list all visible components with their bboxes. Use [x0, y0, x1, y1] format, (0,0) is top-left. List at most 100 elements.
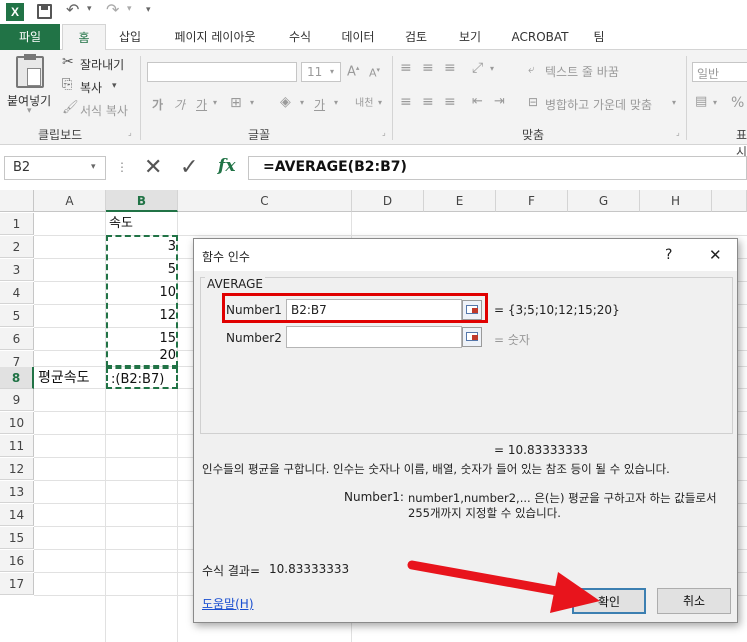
copy-button[interactable]: 복사 [80, 79, 102, 96]
cancel-button[interactable]: 취소 [657, 588, 731, 614]
merge-dropdown-icon[interactable]: ▾ [672, 98, 676, 107]
column-header-a[interactable]: A [34, 190, 106, 212]
align-right-icon[interactable]: ≡ [444, 94, 456, 110]
alignment-launcher-icon[interactable]: ⌟ [676, 128, 680, 137]
orientation-icon[interactable]: ⤢ [472, 60, 483, 76]
accounting-format-icon[interactable]: ▤ [695, 94, 707, 109]
tab-file[interactable]: 파일 [0, 24, 60, 50]
row-header[interactable]: 6 [0, 328, 34, 350]
column-header-c[interactable]: C [178, 190, 352, 212]
row-header[interactable]: 11 [0, 435, 34, 457]
font-size-combo[interactable]: 11 ▾ [301, 62, 341, 82]
arg2-input[interactable] [286, 326, 462, 348]
dialog-titlebar[interactable]: 함수 인수 ? ✕ [194, 239, 737, 271]
tab-insert[interactable]: 삽입 [108, 24, 152, 50]
cut-button[interactable]: 잘라내기 [80, 56, 124, 73]
format-painter-icon[interactable]: 🖌 [62, 100, 79, 115]
column-header-h[interactable]: H [640, 190, 712, 212]
column-header-f[interactable]: F [496, 190, 568, 212]
dialog-help-button[interactable]: ? [665, 247, 672, 263]
underline-button[interactable]: 가 [196, 96, 207, 113]
decrease-indent-icon[interactable]: ⇤ [472, 94, 483, 109]
accounting-dropdown-icon[interactable]: ▾ [713, 98, 717, 107]
column-header-b[interactable]: B [106, 190, 178, 212]
formula-input[interactable]: =AVERAGE(B2:B7) [248, 156, 747, 180]
wrap-text-icon[interactable]: ⤶ [528, 62, 535, 77]
merge-center-icon[interactable]: ⊟ [528, 95, 538, 109]
paste-icon[interactable] [16, 54, 44, 88]
tab-view[interactable]: 보기 [448, 24, 492, 50]
increase-indent-icon[interactable]: ⇥ [494, 94, 505, 109]
font-color-dropdown-icon[interactable]: ▾ [334, 98, 338, 107]
fill-color-dropdown-icon[interactable]: ▾ [300, 98, 304, 107]
tab-review[interactable]: 검토 [394, 24, 438, 50]
format-painter-button[interactable]: 서식 복사 [80, 102, 128, 119]
name-box-dropdown-icon[interactable]: ▾ [91, 162, 96, 172]
help-link[interactable]: 도움말(H) [202, 595, 254, 612]
align-bottom-icon[interactable]: ≡ [444, 60, 456, 76]
tab-page-layout[interactable]: 페이지 레이아웃 [160, 24, 270, 50]
italic-button[interactable]: 가 [174, 96, 185, 113]
row-header[interactable]: 5 [0, 305, 34, 327]
cell-b1[interactable]: 속도 [109, 213, 133, 235]
row-header[interactable]: 4 [0, 282, 34, 304]
copy-icon[interactable]: ⎘ [62, 77, 72, 92]
align-center-icon[interactable]: ≡ [422, 94, 434, 110]
wrap-text-button[interactable]: 텍스트 줄 바꿈 [545, 63, 619, 80]
row-header[interactable]: 14 [0, 504, 34, 526]
tab-home[interactable]: 홈 [62, 24, 106, 51]
enter-formula-icon[interactable]: ✓ [180, 155, 198, 181]
save-icon[interactable] [37, 4, 52, 19]
number-format-combo[interactable]: 일반 [692, 62, 747, 82]
tab-team[interactable]: 팀 [584, 24, 614, 50]
customize-qat-icon[interactable]: ▾ [146, 5, 151, 15]
cell-a8[interactable]: 평균속도 [38, 367, 90, 389]
row-header[interactable]: 15 [0, 527, 34, 549]
borders-dropdown-icon[interactable]: ▾ [250, 98, 254, 107]
name-box[interactable]: B2 ▾ [4, 156, 106, 180]
font-name-combo[interactable] [147, 62, 297, 82]
undo-dropdown-icon[interactable]: ▾ [87, 4, 92, 14]
align-top-icon[interactable]: ≡ [400, 60, 412, 76]
select-all-corner[interactable] [0, 190, 34, 212]
cancel-formula-icon[interactable]: ✕ [144, 155, 162, 181]
clipboard-launcher-icon[interactable]: ⌟ [128, 128, 132, 137]
row-header[interactable]: 12 [0, 458, 34, 480]
align-left-icon[interactable]: ≡ [400, 94, 412, 110]
row-header[interactable]: 10 [0, 412, 34, 434]
column-header-i[interactable] [712, 190, 747, 212]
bold-button[interactable]: 가 [152, 96, 163, 113]
font-launcher-icon[interactable]: ⌟ [382, 128, 386, 137]
row-header[interactable]: 2 [0, 236, 34, 258]
column-header-e[interactable]: E [424, 190, 496, 212]
row-header[interactable]: 9 [0, 389, 34, 411]
cut-icon[interactable]: ✂ [62, 54, 74, 70]
tab-acrobat[interactable]: ACROBAT [502, 24, 578, 50]
row-header-active[interactable]: 8 [0, 367, 34, 389]
row-header[interactable]: 13 [0, 481, 34, 503]
orientation-dropdown-icon[interactable]: ▾ [490, 64, 494, 73]
phonetic-button[interactable]: 내천 [355, 94, 373, 109]
tab-formulas[interactable]: 수식 [278, 24, 322, 50]
column-header-g[interactable]: G [568, 190, 640, 212]
row-header[interactable]: 1 [0, 213, 34, 235]
close-icon[interactable]: ✕ [709, 246, 722, 264]
align-middle-icon[interactable]: ≡ [422, 60, 434, 76]
arg2-collapse-icon[interactable] [462, 327, 482, 347]
row-header[interactable]: 17 [0, 573, 34, 595]
undo-icon[interactable]: ↶ [66, 0, 79, 19]
phonetic-dropdown-icon[interactable]: ▾ [378, 98, 382, 107]
redo-icon[interactable]: ↷ [106, 0, 119, 19]
tab-data[interactable]: 데이터 [334, 24, 382, 50]
shrink-font-icon[interactable]: A▾ [369, 66, 380, 80]
percent-button[interactable]: % [731, 95, 744, 111]
copy-dropdown-icon[interactable]: ▾ [112, 81, 117, 91]
font-color-button[interactable]: 가 [314, 96, 325, 113]
insert-function-icon[interactable]: fx [218, 156, 235, 176]
grow-font-icon[interactable]: A▴ [347, 64, 359, 79]
merge-center-button[interactable]: 병합하고 가운데 맞춤 [545, 96, 652, 113]
redo-dropdown-icon[interactable]: ▾ [127, 4, 132, 14]
cell-b8-active[interactable]: :(B2:B7) [106, 367, 178, 389]
font-size-dropdown-icon[interactable]: ▾ [330, 67, 334, 76]
row-header[interactable]: 16 [0, 550, 34, 572]
